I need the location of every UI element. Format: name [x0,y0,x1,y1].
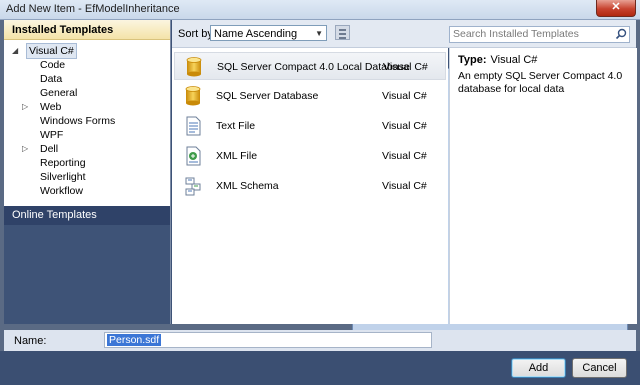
name-label: Name: [14,335,47,347]
sort-dropdown[interactable]: Name Ascending ▼ [210,25,327,41]
detail-description: An empty SQL Server Compact 4.0 database… [458,70,623,95]
close-icon: ✕ [611,1,621,13]
close-button[interactable]: ✕ [596,0,636,17]
expand-icon[interactable]: ▷ [22,142,30,156]
template-language: Visual C# [382,150,427,162]
template-details: Type: Visual C# An empty SQL Server Compa… [449,48,637,324]
template-item[interactable]: XML File Visual C# [174,142,446,170]
button-bar: Add Cancel [0,351,640,385]
template-language: Visual C# [382,180,427,192]
tree-item[interactable]: Workflow [4,184,170,198]
tree-item-label: Dell [40,143,59,155]
tree-item-label: Silverlight [40,171,86,183]
expand-icon[interactable]: ▷ [22,100,30,114]
template-language: Visual C# [383,61,428,73]
database-icon [184,86,202,106]
tree-item[interactable]: Reporting [4,156,170,170]
add-new-item-dialog: Add New Item - EfModelInheritance ✕ Inst… [0,0,640,385]
title-bar: Add New Item - EfModelInheritance ✕ [0,0,640,20]
template-item[interactable]: Text File Visual C# [174,112,446,140]
search-input[interactable]: Search Installed Templates [449,26,630,43]
sidebar-empty-area [4,225,170,324]
tree-item[interactable]: WPF [4,128,170,142]
toolbar: Sort by: Name Ascending ▼ Search Install… [172,20,636,344]
template-item[interactable]: SQL Server Compact 4.0 Local Database Vis… [174,52,446,80]
database-icon [185,57,203,77]
tree-item-label: Data [40,73,63,85]
text-file-icon [184,116,202,136]
template-name: SQL Server Database [216,90,319,102]
tree-item[interactable]: Windows Forms [4,114,170,128]
tree-item-label: Reporting [40,157,86,169]
window-title: Add New Item - EfModelInheritance [6,3,180,15]
template-item[interactable]: SQL Server Database Visual C# [174,82,446,110]
tree-item[interactable]: Data [4,72,170,86]
tree-item[interactable]: ◢ Visual C# [4,43,170,59]
tree-item-label: WPF [40,129,64,141]
tree-item[interactable]: General [4,86,170,100]
installed-templates-header[interactable]: Installed Templates [4,20,170,40]
detail-type: Type: Visual C# [458,54,537,66]
name-input[interactable]: Person.sdf [104,332,432,348]
sort-value: Name Ascending [214,28,298,40]
tree-item-label: Code [40,59,66,71]
templates-sidebar: Installed Templates ◢ Visual C# Code Data Ge… [4,20,171,324]
tree-item[interactable]: ▷ Dell [4,142,170,156]
xml-schema-icon [184,176,202,196]
xml-file-icon [184,146,202,166]
detail-type-value: Visual C# [490,54,538,66]
template-name: SQL Server Compact 4.0 Local Database [217,61,410,73]
search-icon [615,28,627,40]
name-bar: Name: Person.sdf [4,330,636,351]
template-language: Visual C# [382,90,427,102]
template-name: Text File [216,120,256,132]
add-button[interactable]: Add [511,358,566,378]
cancel-button[interactable]: Cancel [572,358,627,378]
template-name: XML File [216,150,258,162]
grid-view-button[interactable] [335,25,350,40]
name-value: Person.sdf [107,334,162,346]
tree-item-label: Windows Forms [40,115,116,127]
search-placeholder: Search Installed Templates [453,28,579,40]
template-language: Visual C# [382,120,427,132]
online-templates-header[interactable]: Online Templates [4,206,170,225]
tree-item[interactable]: Silverlight [4,170,170,184]
chevron-down-icon: ▼ [315,29,323,38]
template-item[interactable]: XML Schema Visual C# [174,172,446,200]
tree-item-label: Visual C# [26,43,77,59]
tree-item-label: Workflow [40,185,83,197]
template-name: XML Schema [216,180,279,192]
tree-item-label: Web [40,101,62,113]
detail-type-label: Type: [458,54,487,66]
collapse-icon[interactable]: ◢ [12,44,20,58]
template-list: SQL Server Compact 4.0 Local Database Vis… [172,48,448,324]
tree-item[interactable]: Code [4,58,170,72]
template-tree: ◢ Visual C# Code Data General ▷ Web Windows For… [4,43,170,198]
tree-item[interactable]: ▷ Web [4,100,170,114]
tree-item-label: General [40,87,78,99]
